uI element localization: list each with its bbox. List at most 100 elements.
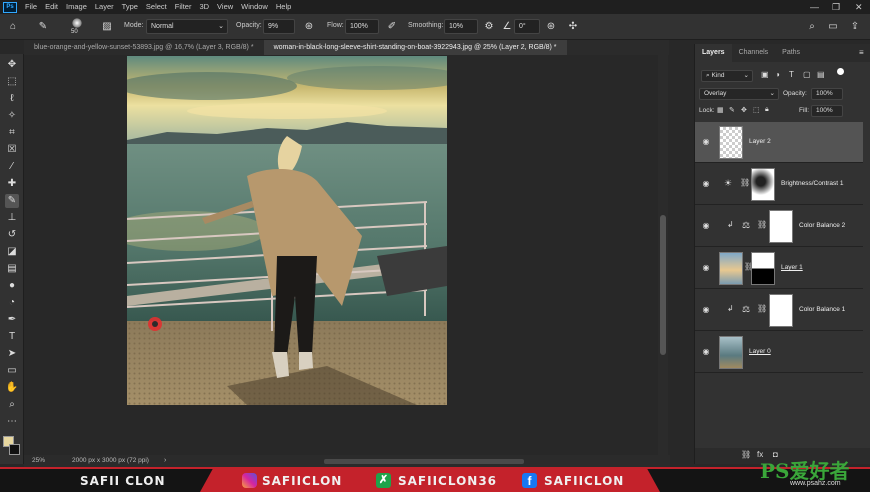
link-icon[interactable]: ⛓︎ [757, 220, 767, 229]
move-tool-icon[interactable]: ✥ [5, 58, 19, 72]
workspace-icon[interactable]: ▭ [826, 20, 840, 34]
layer-name[interactable]: Color Balance 2 [799, 222, 845, 229]
lock-artboard-icon[interactable]: ⬚ [753, 106, 760, 114]
menu-select[interactable]: Select [142, 0, 171, 14]
gear-icon[interactable]: ⚙ [482, 20, 496, 34]
close-icon[interactable]: ✕ [855, 0, 863, 14]
link-icon[interactable]: ⛓︎ [740, 178, 750, 187]
pressure-size-icon[interactable]: ⊛ [544, 20, 558, 34]
filter-pixel-icon[interactable]: ▣ [761, 70, 769, 79]
menu-window[interactable]: Window [237, 0, 272, 14]
path-select-tool-icon[interactable]: ➤ [5, 347, 19, 361]
tab-woman-document[interactable]: woman-in-black-long-sleeve-shirt-standin… [263, 40, 567, 55]
more-tools-icon[interactable]: ⋯ [5, 415, 19, 429]
eraser-tool-icon[interactable]: ◪ [5, 245, 19, 259]
layer-row[interactable]: ◉ ↲ ⚖ ⛓︎ Color Balance 2 [695, 206, 863, 247]
menu-view[interactable]: View [213, 0, 237, 14]
menu-help[interactable]: Help [272, 0, 295, 14]
brush-settings-icon[interactable]: ▨ [100, 20, 114, 34]
lock-position-icon[interactable]: ✥ [741, 106, 747, 114]
layer-row[interactable]: ◉ ☀ ⛓︎ Brightness/Contrast 1 [695, 164, 863, 205]
airbrush-icon[interactable]: ✐ [385, 20, 399, 34]
layer-name[interactable]: Layer 0 [749, 348, 771, 355]
zoom-level[interactable]: 25% [32, 457, 45, 464]
pressure-opacity-icon[interactable]: ⊛ [302, 20, 316, 34]
menu-filter[interactable]: Filter [171, 0, 196, 14]
vertical-scrollbar[interactable] [658, 55, 668, 455]
document-image[interactable] [127, 56, 447, 405]
dodge-tool-icon[interactable]: ◔ [5, 296, 19, 310]
eye-icon[interactable]: ◉ [701, 137, 711, 147]
quick-select-tool-icon[interactable]: ✧ [5, 109, 19, 123]
panel-menu-icon[interactable]: ≡ [859, 48, 864, 57]
blend-mode-select[interactable]: Overlay ⌄ [699, 88, 779, 100]
blur-tool-icon[interactable]: ● [5, 279, 19, 293]
pen-tool-icon[interactable]: ✒ [5, 313, 19, 327]
layer-row[interactable]: ◉ Layer 0 [695, 332, 863, 373]
tab-channels[interactable]: Channels [732, 44, 776, 62]
link-layers-icon[interactable]: ⛓︎ [741, 450, 751, 459]
eye-icon[interactable]: ◉ [701, 305, 711, 315]
layer-row[interactable]: ◉ ↲ ⚖ ⛓︎ Color Balance 1 [695, 290, 863, 331]
eye-icon[interactable]: ◉ [701, 263, 711, 273]
scroll-thumb[interactable] [660, 215, 666, 355]
opacity-field[interactable]: 9% [263, 19, 295, 34]
brush-tool-icon[interactable]: ✎ [5, 194, 19, 208]
history-brush-tool-icon[interactable]: ↺ [5, 228, 19, 242]
brush-preset-picker[interactable]: 50 [66, 16, 88, 38]
symmetry-icon[interactable]: ✣ [566, 20, 580, 34]
angle-field[interactable]: 0° [514, 19, 540, 34]
maximize-icon[interactable]: ❐ [832, 0, 840, 14]
healing-brush-tool-icon[interactable]: ✚ [5, 177, 19, 191]
clone-stamp-tool-icon[interactable]: ⊥ [5, 211, 19, 225]
filter-shape-icon[interactable]: ▢ [803, 70, 811, 79]
tab-layers[interactable]: Layers [695, 44, 732, 62]
background-color-swatch[interactable] [9, 444, 20, 455]
eyedropper-tool-icon[interactable]: ⁄ [5, 160, 19, 174]
menu-edit[interactable]: Edit [41, 0, 62, 14]
zoom-tool-icon[interactable]: ⌕ [5, 398, 19, 412]
horizontal-scrollbar[interactable] [324, 459, 524, 464]
marquee-tool-icon[interactable]: ⬚ [5, 75, 19, 89]
layer-row[interactable]: ◉ Layer 2 [695, 122, 863, 163]
layer-row[interactable]: ◉ ⛓︎ Layer 1 [695, 248, 863, 289]
layer-name[interactable]: Layer 2 [749, 138, 771, 145]
lock-paint-icon[interactable]: ✎ [729, 106, 735, 114]
lock-transparent-icon[interactable]: ▦ [717, 106, 724, 114]
status-arrow-icon[interactable]: › [164, 457, 166, 464]
fill-field[interactable]: 100% [811, 105, 843, 117]
layer-name[interactable]: Layer 1 [781, 264, 803, 271]
crop-tool-icon[interactable]: ⌗ [5, 126, 19, 140]
menu-layer[interactable]: Layer [91, 0, 118, 14]
filter-smart-object-icon[interactable]: ▤ [817, 70, 825, 79]
flow-field[interactable]: 100% [345, 19, 379, 34]
tab-sunset-document[interactable]: blue-orange-and-yellow-sunset-53893.jpg … [24, 40, 264, 55]
eye-icon[interactable]: ◉ [701, 221, 711, 231]
filter-kind-select[interactable]: ⌕ Kind ⌄ [701, 70, 753, 82]
home-icon[interactable]: ⌂ [6, 20, 20, 34]
filter-adjustment-icon[interactable]: ◑ [775, 70, 780, 79]
minimize-icon[interactable]: — [810, 0, 819, 14]
link-icon[interactable]: ⛓︎ [757, 304, 767, 313]
filter-toggle-icon[interactable] [837, 68, 844, 75]
menu-image[interactable]: Image [62, 0, 91, 14]
search-icon[interactable]: ⌕ [805, 20, 819, 34]
eye-icon[interactable]: ◉ [701, 179, 711, 189]
tab-paths[interactable]: Paths [775, 44, 807, 62]
layer-name[interactable]: Color Balance 1 [799, 306, 845, 313]
brush-tool-icon[interactable]: ✎ [36, 20, 50, 34]
lock-all-icon[interactable]: 🔒︎ [765, 106, 769, 114]
type-tool-icon[interactable]: T [5, 330, 19, 344]
frame-tool-icon[interactable]: ☒ [5, 143, 19, 157]
layer-name[interactable]: Brightness/Contrast 1 [781, 180, 844, 187]
layer-opacity-field[interactable]: 100% [811, 88, 843, 100]
rectangle-tool-icon[interactable]: ▭ [5, 364, 19, 378]
menu-3d[interactable]: 3D [195, 0, 213, 14]
gradient-tool-icon[interactable]: ▤ [5, 262, 19, 276]
eye-icon[interactable]: ◉ [701, 347, 711, 357]
hand-tool-icon[interactable]: ✋ [5, 381, 19, 395]
mode-select[interactable]: Normal ⌄ [146, 19, 228, 34]
menu-type[interactable]: Type [118, 0, 142, 14]
smoothing-field[interactable]: 10% [444, 19, 478, 34]
filter-type-icon[interactable]: T [789, 70, 794, 79]
